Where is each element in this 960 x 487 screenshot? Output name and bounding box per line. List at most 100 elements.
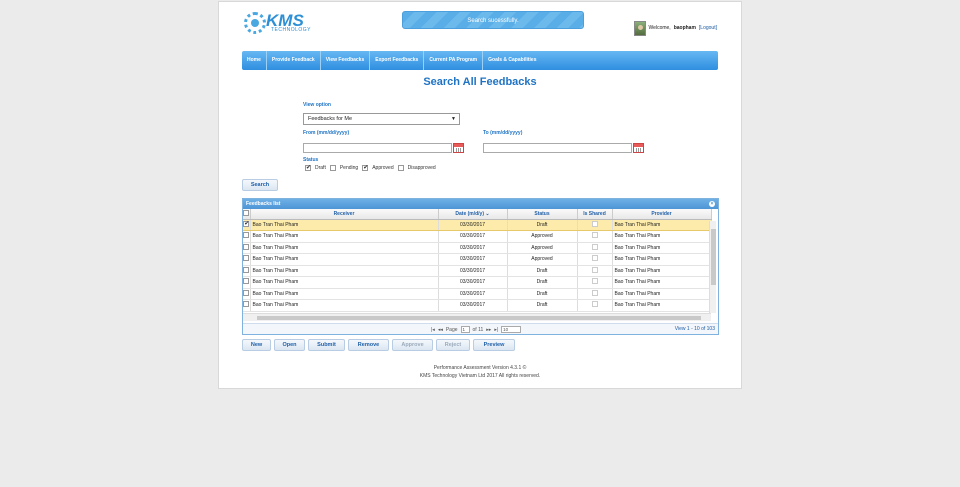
approve-button[interactable]: Approve (392, 339, 433, 351)
table-row[interactable]: Bao Tran Thai Pham 03/30/2017 Approved Bao … (243, 253, 712, 266)
date-cell: 03/30/2017 (438, 219, 508, 231)
is-shared-cell (577, 265, 613, 277)
username: baopham (673, 25, 696, 31)
logo-tagline: TECHNOLOGY (271, 27, 312, 33)
is-shared-cell (577, 253, 613, 266)
page-title: Search All Feedbacks (423, 76, 537, 88)
kms-logo[interactable]: KMS TECHNOLOGY (244, 11, 314, 35)
submit-button[interactable]: Submit (308, 339, 345, 351)
vertical-scrollbar[interactable] (709, 221, 716, 313)
nav-current-pa-program[interactable]: Current PA Program (424, 51, 484, 70)
pager-controls: |◂ ◂◂ Page 1 of 11 ▸▸ ▸| 10 (431, 325, 522, 334)
nav-view-feedbacks[interactable]: View Feedbacks (321, 51, 371, 70)
from-date-input[interactable] (303, 143, 452, 153)
nav-export-feedbacks[interactable]: Export Feedbacks (370, 51, 425, 70)
nav-provide-feedback[interactable]: Provide Feedback (267, 51, 321, 70)
preview-button[interactable]: Preview (473, 339, 515, 351)
grid-body: Bao Tran Thai Pham03/30/2017DraftBao Tra… (243, 219, 712, 312)
row-checkbox[interactable] (243, 289, 249, 296)
table-row[interactable]: Bao Tran Thai Pham03/30/2017DraftBao Tra… (243, 219, 712, 231)
table-row[interactable]: Bao Tran Thai Pham 03/30/2017 Approved Bao … (243, 242, 712, 254)
reject-button[interactable]: Reject (436, 339, 470, 351)
main-nav: Home Provide Feedback View Feedbacks Exp… (242, 51, 718, 70)
nav-goals-capabilities[interactable]: Goals & Capabilities (483, 51, 541, 70)
is-shared-checkbox (591, 301, 598, 308)
is-shared-checkbox (591, 255, 598, 262)
avatar (633, 20, 646, 36)
is-shared-checkbox (591, 289, 598, 296)
col-date-label: Date (m/d/y) (455, 210, 485, 217)
row-checkbox[interactable] (243, 266, 249, 273)
status-approved-checkbox[interactable] (362, 164, 368, 171)
row-select-cell[interactable] (243, 288, 251, 300)
new-button[interactable]: New (242, 339, 271, 351)
col-status[interactable]: Status (507, 209, 578, 220)
row-select-cell[interactable] (243, 253, 251, 266)
col-is-shared[interactable]: Is Shared (577, 209, 613, 220)
to-calendar-icon[interactable] (633, 143, 644, 153)
date-cell: 03/30/2017 (438, 265, 508, 277)
row-checkbox[interactable] (243, 255, 249, 262)
row-select-cell[interactable] (243, 242, 251, 254)
provider-cell: Bao Tran Thai Pham (612, 219, 712, 231)
row-checkbox[interactable] (243, 301, 249, 308)
view-option-select[interactable]: Feedbacks for Me ▼ (303, 113, 460, 125)
feedbacks-grid: Feedbacks list × Receiver Date (m/d/y) ⌄… (242, 198, 719, 335)
status-disapproved-label: Disapproved (407, 165, 436, 171)
status-pending-checkbox[interactable] (329, 165, 336, 171)
col-receiver[interactable]: Receiver (250, 209, 439, 220)
is-shared-checkbox (591, 232, 598, 239)
is-shared-cell (577, 299, 613, 312)
footer-copyright: KMS Technology Vietnam Ltd 2017 All righ… (419, 373, 541, 379)
row-select-cell[interactable] (243, 299, 251, 312)
row-checkbox[interactable] (243, 243, 249, 250)
from-calendar-icon[interactable] (453, 143, 464, 153)
chevron-down-icon: ▼ (451, 116, 456, 122)
open-button[interactable]: Open (274, 339, 305, 351)
next-page-icon[interactable]: ▸▸ (486, 327, 491, 333)
col-provider[interactable]: Provider (612, 209, 712, 220)
status-draft-label: Draft (315, 165, 326, 171)
horizontal-scrollbar[interactable] (243, 313, 711, 321)
table-row[interactable]: Bao Tran Thai Pham03/30/2017DraftBao Tra… (243, 288, 712, 300)
horizontal-scroll-thumb[interactable] (257, 316, 701, 320)
row-select-cell[interactable] (243, 276, 251, 289)
to-date-input[interactable] (483, 143, 632, 153)
row-checkbox[interactable] (243, 278, 249, 285)
collapse-icon[interactable]: × (709, 201, 715, 207)
date-cell: 03/30/2017 (438, 276, 508, 289)
welcome-text: Welcome, (648, 25, 671, 31)
logout-link[interactable]: [Logout] (699, 25, 717, 31)
select-all-checkbox[interactable] (243, 209, 250, 216)
row-select-cell[interactable] (243, 265, 251, 277)
status-filters: Draft Pending Approved Disapproved (305, 164, 436, 171)
date-cell: 03/30/2017 (438, 242, 508, 254)
page-size-select[interactable]: 10 (501, 326, 522, 333)
status-pending-label: Pending (339, 165, 359, 171)
search-button[interactable]: Search (242, 179, 278, 191)
page-input[interactable]: 1 (460, 326, 470, 333)
vertical-scroll-thumb[interactable] (711, 229, 716, 285)
select-all-cell[interactable] (243, 209, 251, 220)
row-select-cell[interactable] (243, 230, 251, 243)
nav-home[interactable]: Home (242, 51, 267, 70)
prev-page-icon[interactable]: ◂◂ (438, 327, 443, 333)
row-select-cell[interactable] (243, 219, 251, 231)
receiver-cell: Bao Tran Thai Pham (250, 299, 439, 312)
provider-cell: Bao Tran Thai Pham (612, 288, 712, 300)
status-draft-checkbox[interactable] (305, 164, 311, 171)
table-row[interactable]: Bao Tran Thai Pham03/30/2017DraftBao Tra… (243, 276, 712, 289)
last-page-icon[interactable]: ▸| (494, 327, 498, 333)
row-checkbox[interactable] (243, 220, 249, 227)
status-cell: Approved (507, 230, 578, 243)
row-checkbox[interactable] (243, 232, 249, 239)
table-row[interactable]: Bao Tran Thai Pham03/30/2017DraftBao Tra… (243, 299, 712, 312)
first-page-icon[interactable]: |◂ (431, 327, 435, 333)
status-disapproved-checkbox[interactable] (397, 165, 404, 171)
col-date[interactable]: Date (m/d/y) ⌄ (438, 209, 508, 220)
grid-header-row: Receiver Date (m/d/y) ⌄ Status Is Shared… (243, 209, 712, 220)
table-row[interactable]: Bao Tran Thai Pham 03/30/2017 Approved Bao … (243, 230, 712, 243)
remove-button[interactable]: Remove (348, 339, 389, 351)
table-row[interactable]: Bao Tran Thai Pham03/30/2017DraftBao Tra… (243, 265, 712, 277)
status-approved-label: Approved (372, 165, 394, 171)
